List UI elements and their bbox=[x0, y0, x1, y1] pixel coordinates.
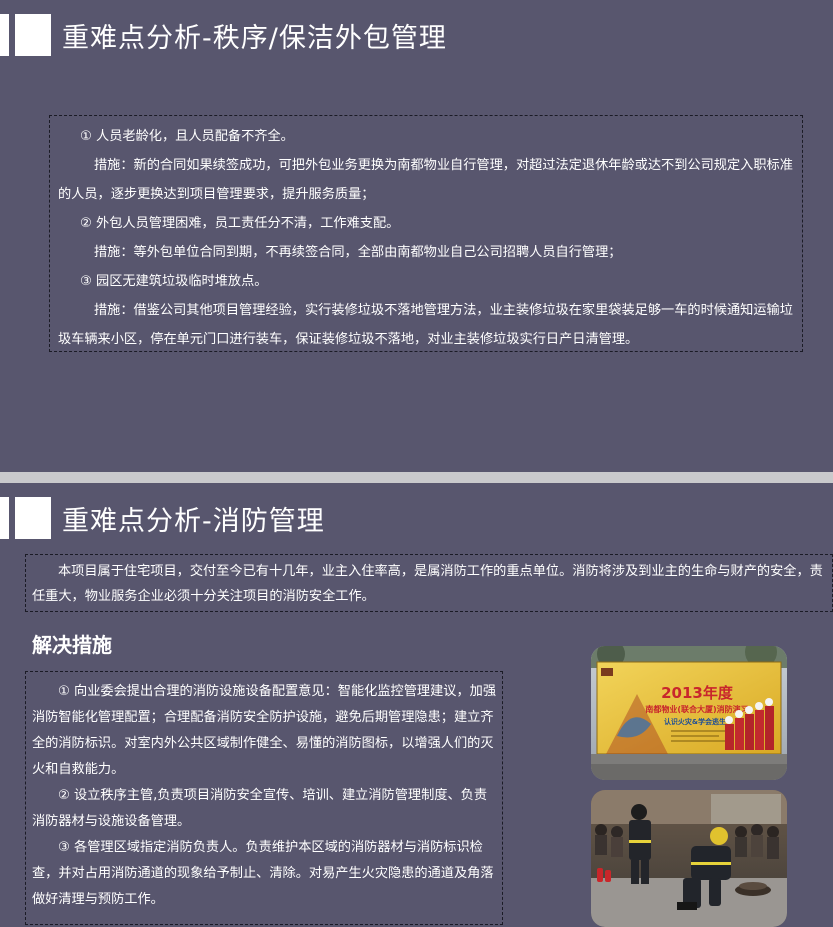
title-accent-bar bbox=[0, 497, 9, 539]
issue-3: ③ 园区无建筑垃圾临时堆放点。 bbox=[80, 274, 268, 289]
page-title: 重难点分析-秩序/保洁外包管理 bbox=[62, 23, 447, 54]
measure-3: 措施：借鉴公司其他项目管理经验，实行装修垃圾不落地管理方法，业主装修垃圾在家里袋… bbox=[58, 303, 793, 347]
measure-1: 措施：新的合同如果续签成功，可把外包业务更换为南都物业自行管理，对超过法定退休年… bbox=[58, 158, 793, 202]
banner-line2-text: 认识火灾&学会逃生 bbox=[664, 717, 726, 726]
fire-measures-box: ① 向业委会提出合理的消防设施设备配置意见：智能化监控管理建议，加强消防智能化管… bbox=[25, 671, 503, 925]
title-accent-square bbox=[15, 14, 51, 56]
fire-intro-box: 本项目属于住宅项目，交付至今已有十几年，业主入住率高，是属消防工作的重点单位。消… bbox=[25, 554, 833, 612]
firefighter-demo-image bbox=[591, 790, 787, 927]
slide-outsourcing: 重难点分析-秩序/保洁外包管理 ① 人员老龄化，且人员配备不齐全。 措施：新的合… bbox=[0, 0, 833, 472]
page-title: 重难点分析-消防管理 bbox=[62, 506, 325, 537]
slide-fire-safety: 重难点分析-消防管理 本项目属于住宅项目，交付至今已有十几年，业主入住率高，是属… bbox=[0, 483, 833, 927]
fire-measure-2: ② 设立秩序主管,负责项目消防安全宣传、培训、建立消防管理制度、负责消防器材与设… bbox=[32, 788, 488, 829]
fire-drill-banner-photo: 2013年度 南都物业(联合大厦)消防演习 认识火灾&学会逃生 bbox=[591, 646, 787, 780]
measure-2: 措施：等外包单位合同到期，不再续签合同，全部由南都物业自己公司招聘人员自行管理； bbox=[94, 245, 622, 260]
fire-measure-1: ① 向业委会提出合理的消防设施设备配置意见：智能化监控管理建议，加强消防智能化管… bbox=[32, 684, 497, 777]
banner-line1-text: 南都物业(联合大厦)消防演习 bbox=[645, 704, 748, 714]
banner-year-text: 2013年度 bbox=[661, 684, 734, 702]
title-accent-bar bbox=[0, 14, 9, 56]
issue-2: ② 外包人员管理困难，员工责任分不清，工作难支配。 bbox=[80, 216, 400, 231]
outsourcing-issues-box: ① 人员老龄化，且人员配备不齐全。 措施：新的合同如果续签成功，可把外包业务更换… bbox=[49, 115, 803, 352]
firefighter-demo-photo bbox=[591, 790, 787, 927]
fire-measure-3: ③ 各管理区域指定消防负责人。负责维护本区域的消防器材与消防标识检查，并对占用消… bbox=[32, 840, 494, 907]
fire-drill-banner-image: 2013年度 南都物业(联合大厦)消防演习 认识火灾&学会逃生 bbox=[591, 646, 787, 780]
title-accent-square bbox=[15, 497, 51, 539]
fire-intro-text: 本项目属于住宅项目，交付至今已有十几年，业主入住率高，是属消防工作的重点单位。消… bbox=[32, 564, 823, 604]
solutions-heading: 解决措施 bbox=[32, 633, 112, 657]
issue-1: ① 人员老龄化，且人员配备不齐全。 bbox=[80, 129, 294, 144]
